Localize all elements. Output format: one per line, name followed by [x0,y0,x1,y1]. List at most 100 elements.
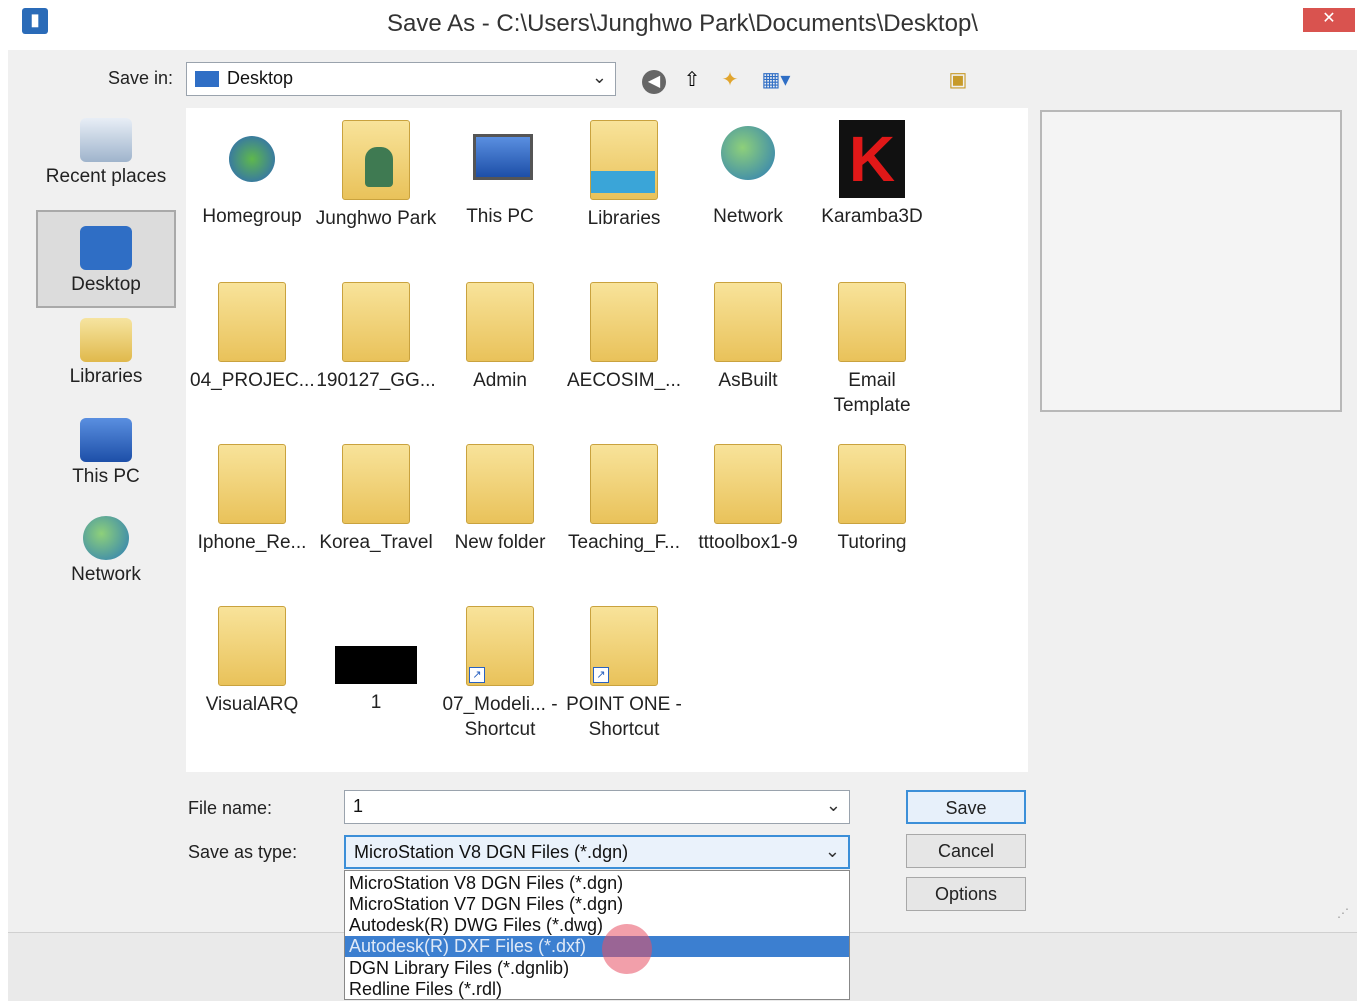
chevron-down-icon: ⌄ [591,67,607,87]
place-label: Network [71,564,141,585]
place-libraries[interactable]: Libraries [36,318,176,388]
file-item[interactable]: ↗ POINT ONE - Shortcut [562,606,686,742]
user-folder-icon [342,120,410,200]
up-folder-icon[interactable]: ⇧ [678,66,706,94]
file-item[interactable]: AECOSIM_... [562,282,686,393]
place-network[interactable]: Network [36,516,176,586]
folder-icon [838,444,906,524]
places-bar: Recent places Desktop Libraries This PC … [36,106,176,606]
back-icon[interactable]: ◀ [640,66,668,94]
file-item[interactable]: Homegroup [190,120,314,229]
folder-icon [466,444,534,524]
file-item[interactable]: AsBuilt [686,282,810,393]
network-icon[interactable]: ▣ [944,66,972,94]
place-label: Desktop [71,274,141,295]
libraries-icon [80,318,132,362]
place-label: Recent places [45,166,167,187]
file-item[interactable]: Tutoring [810,444,934,555]
file-item[interactable]: Network [686,120,810,229]
close-button[interactable]: ✕ [1303,8,1355,32]
this-pc-icon [467,120,533,198]
file-label: Homegroup [202,206,302,227]
network-icon [83,516,129,560]
network-icon [715,120,781,198]
file-item[interactable]: This PC [438,120,562,229]
chevron-down-icon[interactable]: ⌄ [826,795,841,816]
place-this-pc[interactable]: This PC [36,418,176,488]
save-as-dialog: ▮ Save As - C:\Users\Junghwo Park\Docume… [8,0,1357,1001]
click-indicator [602,924,652,974]
file-label: AsBuilt [718,370,778,391]
folder-icon [218,444,286,524]
new-folder-icon[interactable]: ✦ [716,66,744,94]
file-name-label: File name: [188,798,273,818]
save-type-value: MicroStation V8 DGN Files (*.dgn) [354,842,629,862]
place-desktop[interactable]: Desktop [36,210,176,308]
place-recent[interactable]: Recent places [36,118,176,188]
folder-icon [714,282,782,362]
file-item[interactable]: 190127_GG... [314,282,438,393]
folder-icon [466,282,534,362]
file-item[interactable]: 04_PROJEC... [190,282,315,393]
save-type-label: Save as type: [188,842,298,862]
file-item[interactable]: ↗ 07_Modeli... - Shortcut [438,606,562,742]
folder-icon [714,444,782,524]
cancel-button[interactable]: Cancel [906,834,1026,868]
folder-shortcut-icon: ↗ [590,606,658,686]
file-label: 1 [370,692,382,713]
resize-grip-icon[interactable]: ⋰ [1337,906,1349,920]
file-label: Teaching_F... [568,532,680,553]
dropdown-option[interactable]: Redline Files (*.rdl) [345,979,849,1000]
file-item[interactable]: Korea_Travel [314,444,438,555]
folder-icon [342,444,410,524]
place-label: Libraries [69,366,143,387]
options-button[interactable]: Options [906,877,1026,911]
homegroup-icon [219,120,285,198]
save-in-label: Save in: [108,68,174,88]
file-item[interactable]: Email Template [810,282,934,418]
view-menu-icon[interactable]: ▦▾ [754,66,798,94]
preview-pane [1040,110,1342,412]
dropdown-option[interactable]: MicroStation V8 DGN Files (*.dgn) [345,873,849,894]
file-label: New folder [454,532,546,553]
save-in-value: Desktop [227,68,294,88]
file-item[interactable]: New folder [438,444,562,555]
save-type-select[interactable]: MicroStation V8 DGN Files (*.dgn) ⌄ [344,835,850,869]
dropdown-option[interactable]: DGN Library Files (*.dgnlib) [345,958,849,979]
file-label: tttoolbox1-9 [698,532,798,553]
file-label: Korea_Travel [319,532,433,553]
image-thumbnail-icon [335,606,417,684]
folder-icon [590,444,658,524]
window-title: Save As - C:\Users\Junghwo Park\Document… [387,10,978,37]
file-item[interactable]: tttoolbox1-9 [686,444,810,555]
file-label: This PC [466,206,534,227]
file-list[interactable]: Homegroup Junghwo Park This PC Libraries… [186,108,1028,772]
file-item[interactable]: 1 [314,606,438,715]
folder-icon [218,282,286,362]
folder-icon [218,606,286,686]
save-in-combobox[interactable]: Desktop ⌄ [186,62,616,96]
dropdown-option-selected[interactable]: Autodesk(R) DXF Files (*.dxf) [345,936,849,957]
file-item[interactable]: Junghwo Park [314,120,438,231]
dropdown-option[interactable]: Autodesk(R) DWG Files (*.dwg) [345,915,849,936]
file-name-input[interactable]: 1 ⌄ [344,790,850,824]
file-label: VisualARQ [205,694,299,715]
file-item[interactable]: K Karamba3D [810,120,934,229]
file-item[interactable]: Libraries [562,120,686,231]
file-label: 04_PROJEC... [190,370,315,391]
dropdown-option[interactable]: MicroStation V7 DGN Files (*.dgn) [345,894,849,915]
file-label: Libraries [587,208,661,229]
save-type-dropdown-list[interactable]: MicroStation V8 DGN Files (*.dgn) MicroS… [344,870,850,1000]
file-item[interactable]: VisualARQ [190,606,314,717]
file-item[interactable]: Iphone_Re... [190,444,314,555]
file-item[interactable]: Admin [438,282,562,393]
file-label: Tutoring [837,532,907,553]
karamba-app-icon: K [839,120,905,198]
desktop-icon [80,226,132,270]
save-button[interactable]: Save [906,790,1026,824]
file-label: Email Template [833,370,911,416]
title-bar[interactable]: ▮ Save As - C:\Users\Junghwo Park\Docume… [8,0,1357,50]
file-label: Iphone_Re... [197,532,307,553]
file-item[interactable]: Teaching_F... [562,444,686,555]
folder-icon [590,282,658,362]
